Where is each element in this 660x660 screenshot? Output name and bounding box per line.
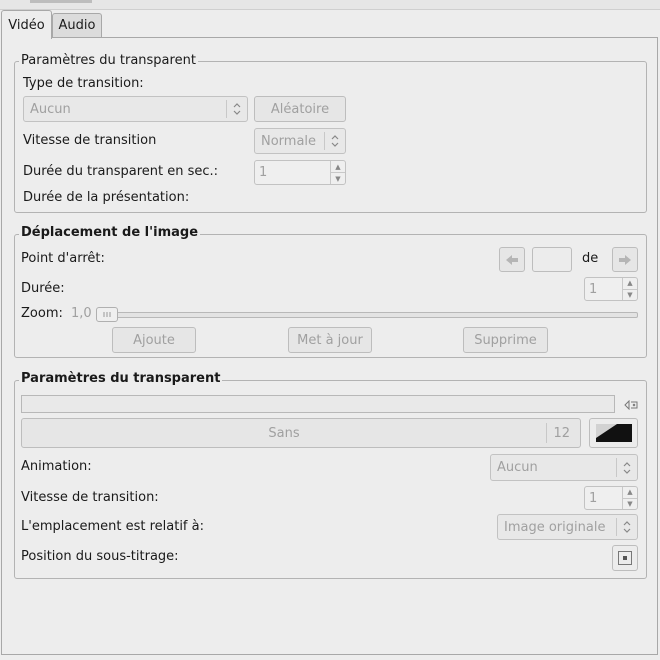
- tab-audio[interactable]: Audio: [52, 13, 102, 37]
- slide-text-title: Paramètres du transparent: [19, 371, 223, 386]
- transition-type-combo[interactable]: Aucun: [23, 96, 248, 122]
- slide-duration-label: Durée du transparent en sec.:: [23, 164, 219, 179]
- prev-stop-button[interactable]: [499, 247, 525, 272]
- slide-duration-spinner[interactable]: 1 ▲ ▼: [254, 160, 346, 185]
- left-arrow-icon: [506, 254, 518, 265]
- transition-type-value: Aucun: [30, 101, 71, 117]
- animation-combo[interactable]: Aucun: [490, 454, 638, 481]
- slide-duration-value: 1: [259, 165, 268, 180]
- text-speed-spinner[interactable]: 1 ▲ ▼: [584, 486, 638, 510]
- zoom-slider-handle[interactable]: [96, 307, 118, 322]
- font-size: 12: [553, 425, 570, 441]
- window-top-strip: [0, 0, 660, 10]
- right-arrow-icon: [619, 254, 631, 265]
- delete-button[interactable]: Supprime: [463, 327, 548, 353]
- spin-down-icon[interactable]: ▼: [623, 499, 637, 510]
- motion-duration-value: 1: [589, 281, 598, 297]
- stop-point-field[interactable]: [532, 247, 572, 272]
- add-button-label: Ajoute: [133, 332, 175, 348]
- transition-type-label: Type de transition:: [23, 76, 144, 91]
- color-swatch-icon: [595, 424, 632, 442]
- spin-down-icon[interactable]: ▼: [331, 173, 345, 184]
- spin-down-icon[interactable]: ▼: [623, 290, 637, 301]
- placement-value: Image originale: [504, 519, 606, 535]
- spinner-buttons[interactable]: ▲ ▼: [622, 487, 637, 509]
- next-stop-button[interactable]: [612, 247, 638, 272]
- font-picker-button[interactable]: Sans 12: [21, 418, 581, 448]
- placement-label: L'emplacement est relatif à:: [21, 519, 204, 534]
- transition-speed-label: Vitesse de transition: [23, 133, 157, 148]
- motion-duration-label: Durée:: [21, 281, 65, 296]
- slide-params-title: Paramètres du transparent: [19, 53, 198, 68]
- random-button-label: Aléatoire: [270, 101, 330, 117]
- transition-speed-combo[interactable]: Normale: [254, 128, 346, 154]
- subtitle-position-label: Position du sous-titrage:: [21, 549, 179, 564]
- spinner-buttons[interactable]: ▲ ▼: [330, 161, 345, 184]
- placement-combo[interactable]: Image originale: [497, 514, 638, 540]
- font-divider: [546, 423, 547, 443]
- of-label: de: [582, 251, 599, 266]
- delete-button-label: Supprime: [474, 332, 537, 348]
- spin-up-icon[interactable]: ▲: [623, 278, 637, 290]
- update-button-label: Met à jour: [297, 332, 363, 348]
- tab-video-label: Vidéo: [8, 17, 45, 33]
- position-icon: [618, 551, 632, 565]
- clear-icon[interactable]: [624, 399, 638, 411]
- text-speed-label: Vitesse de transition:: [21, 490, 159, 505]
- zoom-value: 1,0: [71, 306, 92, 321]
- updown-icon: [616, 458, 637, 477]
- image-motion-title: Déplacement de l'image: [19, 225, 201, 240]
- tab-video[interactable]: Vidéo: [1, 10, 52, 39]
- animation-value: Aucun: [497, 460, 538, 475]
- random-button[interactable]: Aléatoire: [254, 96, 346, 122]
- spinner-buttons[interactable]: ▲ ▼: [622, 278, 637, 300]
- add-button[interactable]: Ajoute: [112, 327, 196, 353]
- subtitle-text-field[interactable]: [21, 395, 615, 413]
- updown-icon: [616, 518, 637, 536]
- color-picker-button[interactable]: [589, 418, 638, 448]
- animation-label: Animation:: [21, 459, 92, 474]
- update-button[interactable]: Met à jour: [288, 327, 372, 353]
- updown-icon: [226, 100, 247, 118]
- updown-icon: [324, 132, 345, 150]
- top-strip-handle: [30, 0, 92, 3]
- zoom-slider-track[interactable]: [98, 312, 638, 318]
- subtitle-position-button[interactable]: [612, 545, 638, 571]
- zoom-label: Zoom:: [21, 306, 63, 321]
- stop-point-label: Point d'arrêt:: [21, 251, 105, 266]
- motion-duration-spinner[interactable]: 1 ▲ ▼: [584, 277, 638, 301]
- transition-speed-value: Normale: [261, 133, 317, 149]
- presentation-duration-label: Durée de la présentation:: [23, 190, 190, 205]
- tab-audio-label: Audio: [58, 18, 96, 33]
- spin-up-icon[interactable]: ▲: [331, 161, 345, 173]
- font-name: Sans: [268, 425, 300, 441]
- spin-up-icon[interactable]: ▲: [623, 487, 637, 499]
- text-speed-value: 1: [589, 490, 598, 506]
